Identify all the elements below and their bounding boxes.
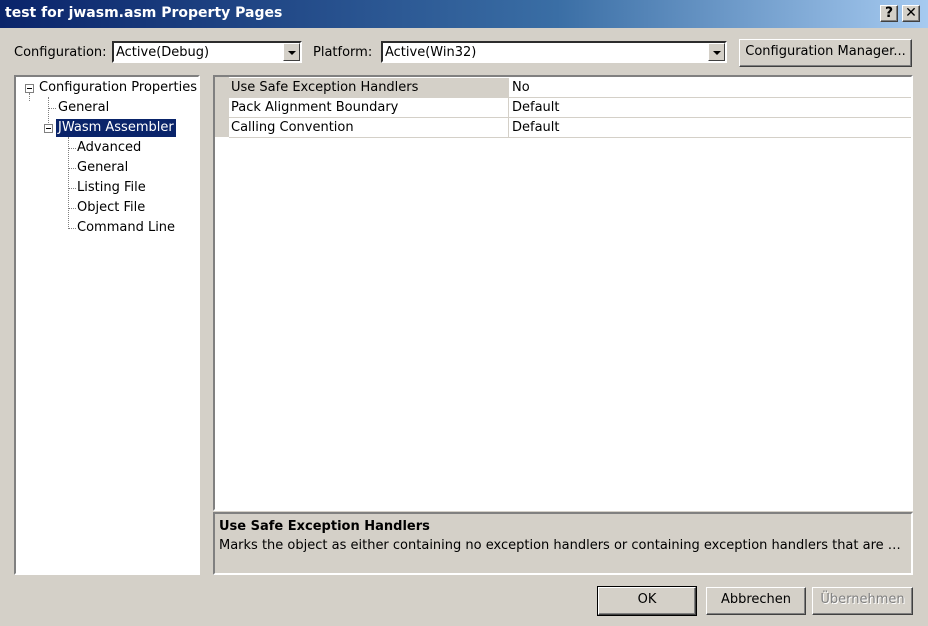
cancel-button[interactable]: Abbrechen [706,587,806,615]
configuration-manager-button[interactable]: Configuration Manager... [739,39,912,67]
tree-line [68,188,76,189]
description-text: Marks the object as either containing no… [219,538,907,553]
description-pane: Use Safe Exception Handlers Marks the ob… [213,512,913,575]
title-bar[interactable]: test for jwasm.asm Property Pages ? ✕ [0,0,928,28]
chevron-down-icon[interactable] [283,43,300,61]
collapse-icon[interactable] [44,124,53,133]
property-row[interactable]: Use Safe Exception Handlers No [229,78,911,98]
property-row[interactable]: Pack Alignment Boundary Default [229,98,911,118]
tree-item-command-line[interactable]: Command Line [77,219,175,237]
property-name[interactable]: Use Safe Exception Handlers [229,78,509,97]
tree-item-listing-file[interactable]: Listing File [77,179,146,197]
tree-line [68,168,76,169]
property-value[interactable]: No [510,78,530,97]
tree-item-general[interactable]: General [58,99,109,117]
configuration-value: Active(Debug) [116,45,210,60]
tree-line [29,93,30,101]
platform-select[interactable]: Active(Win32) [381,41,727,63]
property-row[interactable]: Calling Convention Default [229,118,911,138]
tree-item-general-sub[interactable]: General [77,159,128,177]
tree-line [68,137,69,229]
close-icon[interactable]: ✕ [902,5,920,22]
tree-line [68,228,76,229]
grid-gutter [215,77,229,137]
property-name[interactable]: Pack Alignment Boundary [229,98,509,117]
property-grid[interactable]: Use Safe Exception Handlers No Pack Alig… [213,75,913,511]
platform-label: Platform: [313,45,373,60]
tree-item-configuration-properties[interactable]: Configuration Properties [39,79,197,97]
configuration-label: Configuration: [14,45,107,60]
tree-item-jwasm-assembler[interactable]: JWasm Assembler [55,118,177,138]
tree-line [48,108,56,109]
configuration-select[interactable]: Active(Debug) [112,41,302,63]
platform-value: Active(Win32) [385,45,477,60]
collapse-icon[interactable] [25,84,34,93]
tree-line [68,208,76,209]
description-title: Use Safe Exception Handlers [219,519,430,534]
property-value[interactable]: Default [510,98,560,117]
tree-line [68,148,76,149]
tree-item-object-file[interactable]: Object File [77,199,145,217]
apply-button[interactable]: Übernehmen [812,587,913,615]
property-tree[interactable]: Configuration Properties General JWasm A… [14,75,200,575]
property-name[interactable]: Calling Convention [229,118,509,137]
window-title: test for jwasm.asm Property Pages [5,5,283,21]
tree-item-advanced[interactable]: Advanced [77,139,141,157]
ok-button[interactable]: OK [597,586,697,616]
property-value[interactable]: Default [510,118,560,137]
chevron-down-icon[interactable] [708,43,725,61]
help-icon[interactable]: ? [880,5,898,22]
